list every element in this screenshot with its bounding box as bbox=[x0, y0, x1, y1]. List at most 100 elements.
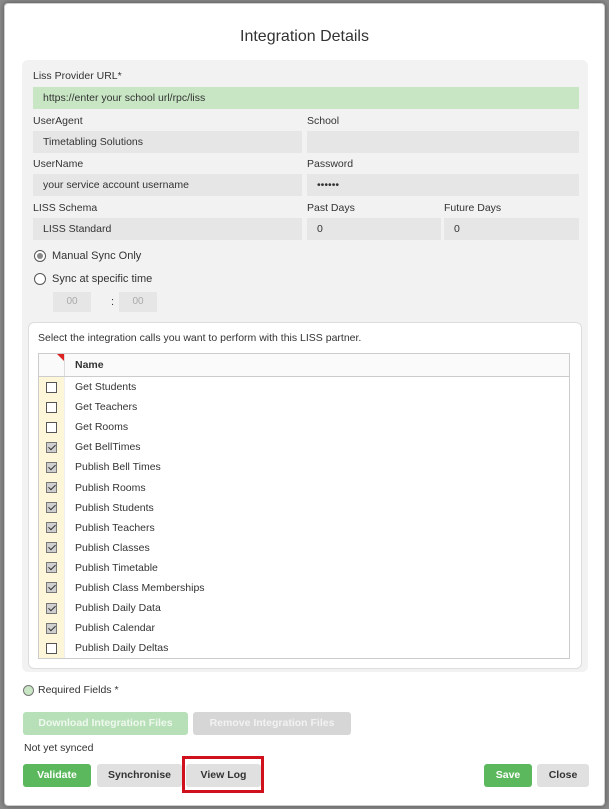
schema-select[interactable]: LISS Standard bbox=[33, 218, 302, 240]
call-row[interactable]: Publish Calendar bbox=[39, 618, 569, 639]
call-name: Publish Timetable bbox=[75, 561, 158, 574]
synchronise-button[interactable]: Synchronise bbox=[97, 764, 182, 787]
call-row[interactable]: Publish Class Memberships bbox=[39, 577, 569, 599]
specific-time-option[interactable]: Sync at specific time bbox=[34, 273, 152, 285]
sync-hours-input[interactable]: 00 bbox=[53, 292, 91, 312]
call-checkbox[interactable] bbox=[46, 461, 57, 473]
call-checkbox-cell bbox=[39, 557, 65, 578]
username-input[interactable]: your service account username bbox=[33, 174, 302, 196]
future-days-input[interactable]: 0 bbox=[444, 218, 579, 240]
name-column-header[interactable]: Name bbox=[75, 359, 104, 371]
call-checkbox[interactable] bbox=[46, 401, 57, 413]
manual-sync-radio[interactable] bbox=[34, 250, 46, 262]
call-name: Publish Class Memberships bbox=[75, 581, 205, 594]
call-name: Publish Students bbox=[75, 501, 154, 514]
close-button[interactable]: Close bbox=[537, 764, 589, 787]
call-checkbox-cell bbox=[39, 598, 65, 619]
required-fields-legend: Required Fields * bbox=[23, 684, 119, 696]
past-days-label: Past Days bbox=[307, 202, 355, 214]
call-name: Publish Daily Deltas bbox=[75, 642, 169, 655]
calls-grid: Name Get Students Get Teachers Get Rooms Ge… bbox=[38, 353, 570, 659]
provider-url-input[interactable]: https://enter your school url/rpc/liss bbox=[33, 87, 579, 109]
call-checkbox[interactable] bbox=[46, 562, 57, 574]
user-agent-label: UserAgent bbox=[33, 115, 83, 127]
call-checkbox-cell bbox=[39, 397, 65, 418]
call-name: Publish Bell Times bbox=[75, 461, 161, 474]
dialog-title: Integration Details bbox=[240, 28, 369, 45]
call-row[interactable]: Publish Classes bbox=[39, 537, 569, 558]
call-checkbox[interactable] bbox=[46, 482, 57, 494]
call-checkbox-cell bbox=[39, 417, 65, 438]
call-row[interactable]: Publish Students bbox=[39, 497, 569, 518]
call-row[interactable]: Publish Timetable bbox=[39, 557, 569, 578]
user-agent-input[interactable]: Timetabling Solutions bbox=[33, 131, 302, 153]
call-checkbox-cell bbox=[39, 377, 65, 398]
call-checkbox-cell bbox=[39, 437, 65, 458]
call-checkbox-cell bbox=[39, 618, 65, 639]
call-checkbox[interactable] bbox=[46, 642, 57, 654]
call-checkbox[interactable] bbox=[46, 582, 57, 594]
call-row[interactable]: Get Teachers bbox=[39, 397, 569, 418]
call-checkbox-cell bbox=[39, 457, 65, 478]
past-days-input[interactable]: 0 bbox=[307, 218, 441, 240]
view-log-highlight bbox=[182, 756, 264, 793]
call-name: Publish Daily Data bbox=[75, 602, 161, 615]
call-checkbox[interactable] bbox=[46, 441, 57, 453]
call-checkbox[interactable] bbox=[46, 622, 57, 634]
manual-sync-option[interactable]: Manual Sync Only bbox=[34, 250, 141, 262]
password-label: Password bbox=[307, 158, 354, 170]
call-row[interactable]: Publish Rooms bbox=[39, 477, 569, 498]
save-button[interactable]: Save bbox=[484, 764, 532, 787]
call-name: Publish Calendar bbox=[75, 622, 155, 635]
calls-description: Select the integration calls you want to… bbox=[38, 332, 362, 344]
download-integration-files-button[interactable]: Download Integration Files bbox=[23, 712, 188, 735]
call-checkbox[interactable] bbox=[46, 421, 57, 433]
sync-status: Not yet synced bbox=[24, 742, 94, 754]
call-row[interactable]: Publish Bell Times bbox=[39, 457, 569, 478]
integration-calls-panel: Select the integration calls you want to… bbox=[28, 322, 582, 669]
call-row[interactable]: Publish Daily Deltas bbox=[39, 638, 569, 658]
call-checkbox[interactable] bbox=[46, 502, 57, 514]
school-input[interactable] bbox=[307, 131, 579, 153]
call-checkbox-cell bbox=[39, 537, 65, 558]
remove-integration-files-button[interactable]: Remove Integration Files bbox=[193, 712, 351, 735]
required-marker bbox=[39, 354, 65, 376]
time-separator: : bbox=[111, 296, 115, 308]
validate-button[interactable]: Validate bbox=[23, 764, 91, 787]
username-label: UserName bbox=[33, 158, 84, 170]
call-checkbox[interactable] bbox=[46, 542, 57, 554]
call-row[interactable]: Publish Daily Data bbox=[39, 598, 569, 619]
call-checkbox-cell bbox=[39, 638, 65, 658]
call-checkbox-cell bbox=[39, 497, 65, 518]
required-indicator bbox=[23, 684, 34, 696]
manual-sync-label: Manual Sync Only bbox=[52, 250, 142, 262]
future-days-label: Future Days bbox=[444, 202, 502, 214]
call-checkbox[interactable] bbox=[46, 522, 57, 534]
integration-details-dialog: Integration Details Liss Provider URL* h… bbox=[4, 3, 605, 806]
provider-url-label: Liss Provider URL* bbox=[33, 70, 122, 82]
school-label: School bbox=[307, 115, 340, 127]
call-checkbox[interactable] bbox=[46, 602, 57, 614]
call-checkbox[interactable] bbox=[46, 381, 57, 393]
specific-time-radio[interactable] bbox=[34, 273, 46, 285]
grid-header: Name bbox=[39, 354, 569, 377]
call-name: Publish Classes bbox=[75, 541, 150, 554]
call-name: Publish Teachers bbox=[75, 521, 155, 534]
call-name: Publish Rooms bbox=[75, 481, 146, 494]
schema-label: LISS Schema bbox=[33, 202, 98, 214]
call-row[interactable]: Get Students bbox=[39, 377, 569, 398]
call-checkbox-cell bbox=[39, 517, 65, 538]
call-row[interactable]: Get BellTimes bbox=[39, 437, 569, 458]
required-fields-label: Required Fields * bbox=[38, 684, 119, 696]
call-name: Get Rooms bbox=[75, 421, 129, 434]
call-row[interactable]: Publish Teachers bbox=[39, 517, 569, 538]
specific-time-label: Sync at specific time bbox=[52, 273, 153, 285]
call-name: Get Teachers bbox=[75, 401, 138, 414]
sync-minutes-input[interactable]: 00 bbox=[119, 292, 157, 312]
call-name: Get Students bbox=[75, 381, 137, 394]
password-input[interactable]: •••••• bbox=[307, 174, 579, 196]
call-checkbox-cell bbox=[39, 477, 65, 498]
call-checkbox-cell bbox=[39, 577, 65, 599]
call-row[interactable]: Get Rooms bbox=[39, 417, 569, 438]
call-name: Get BellTimes bbox=[75, 441, 141, 454]
